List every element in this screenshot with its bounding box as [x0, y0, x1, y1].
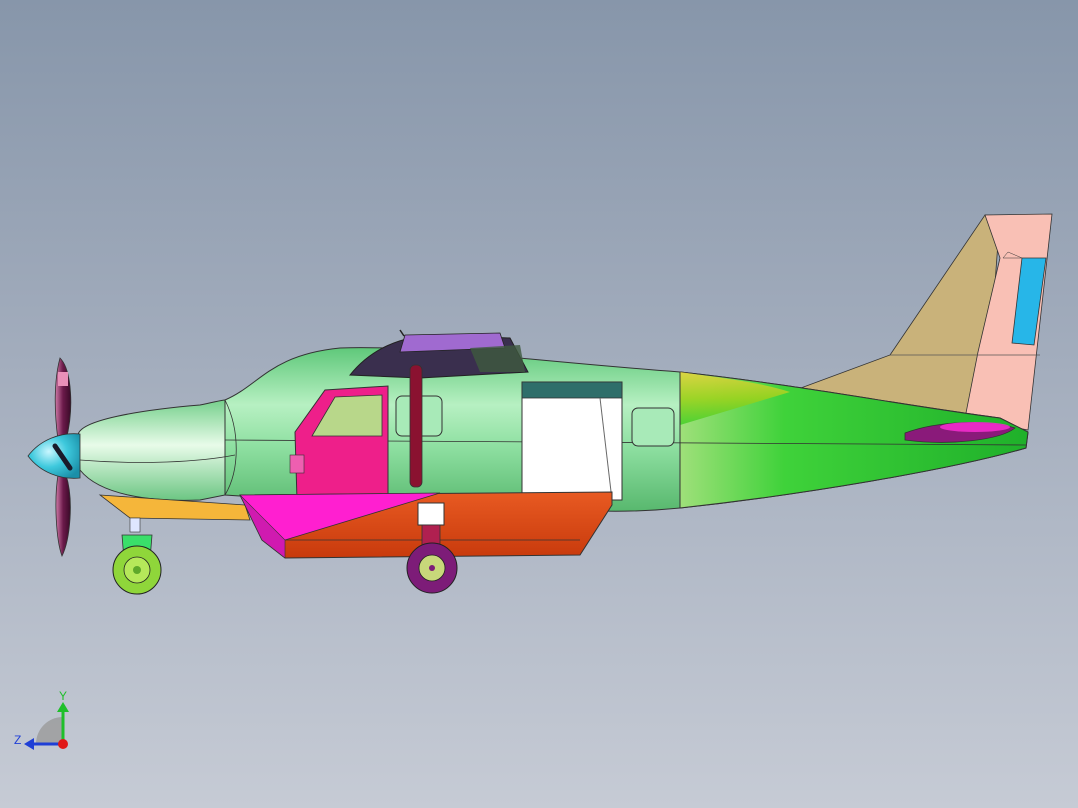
engine-cowling[interactable] [77, 399, 237, 501]
spinner[interactable] [27, 433, 81, 479]
nose-landing-gear[interactable] [112, 517, 162, 595]
z-axis-label: Z [14, 733, 21, 747]
graphics-viewport[interactable]: Y Z [0, 0, 1078, 808]
wing-strut[interactable] [409, 364, 423, 488]
aircraft-model[interactable] [0, 0, 1078, 808]
cabin-window-rear [631, 407, 675, 447]
orientation-triad: Y Z [14, 689, 69, 750]
triad-arc-icon [36, 717, 63, 744]
x-axis-dot [58, 739, 68, 749]
y-axis-label: Y [59, 689, 67, 703]
canopy[interactable] [348, 329, 529, 379]
door-handle[interactable] [289, 454, 305, 474]
cargo-door-opening[interactable] [521, 381, 623, 501]
